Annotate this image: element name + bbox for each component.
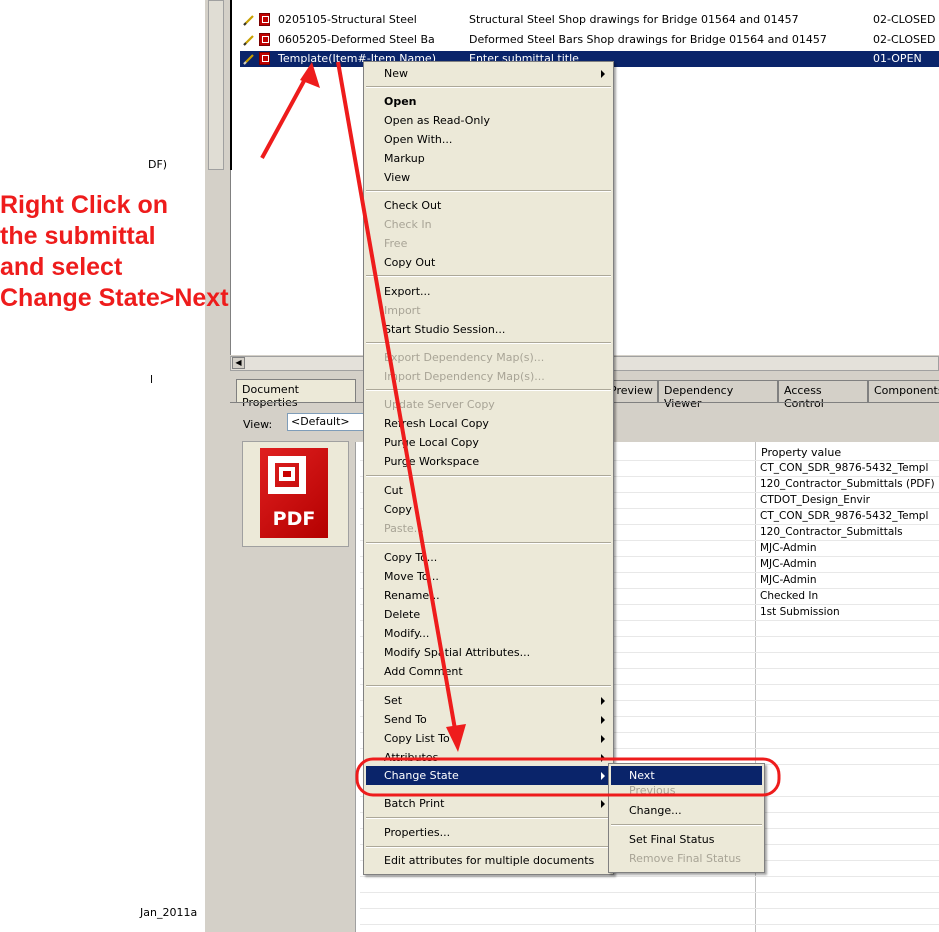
annotation-ellipse [355, 757, 781, 797]
annotation-overlay [260, 61, 781, 797]
instruction-line: the submittal [0, 222, 156, 250]
annotation-arrow-down [336, 61, 466, 752]
instruction-line: Right Click on [0, 191, 169, 219]
instruction-line: and select [0, 253, 123, 281]
instruction-line: Change State>Next [0, 284, 229, 312]
annotation-arrow-up [260, 62, 320, 159]
instruction-note: Right Click on the submittal and select … [0, 190, 229, 314]
